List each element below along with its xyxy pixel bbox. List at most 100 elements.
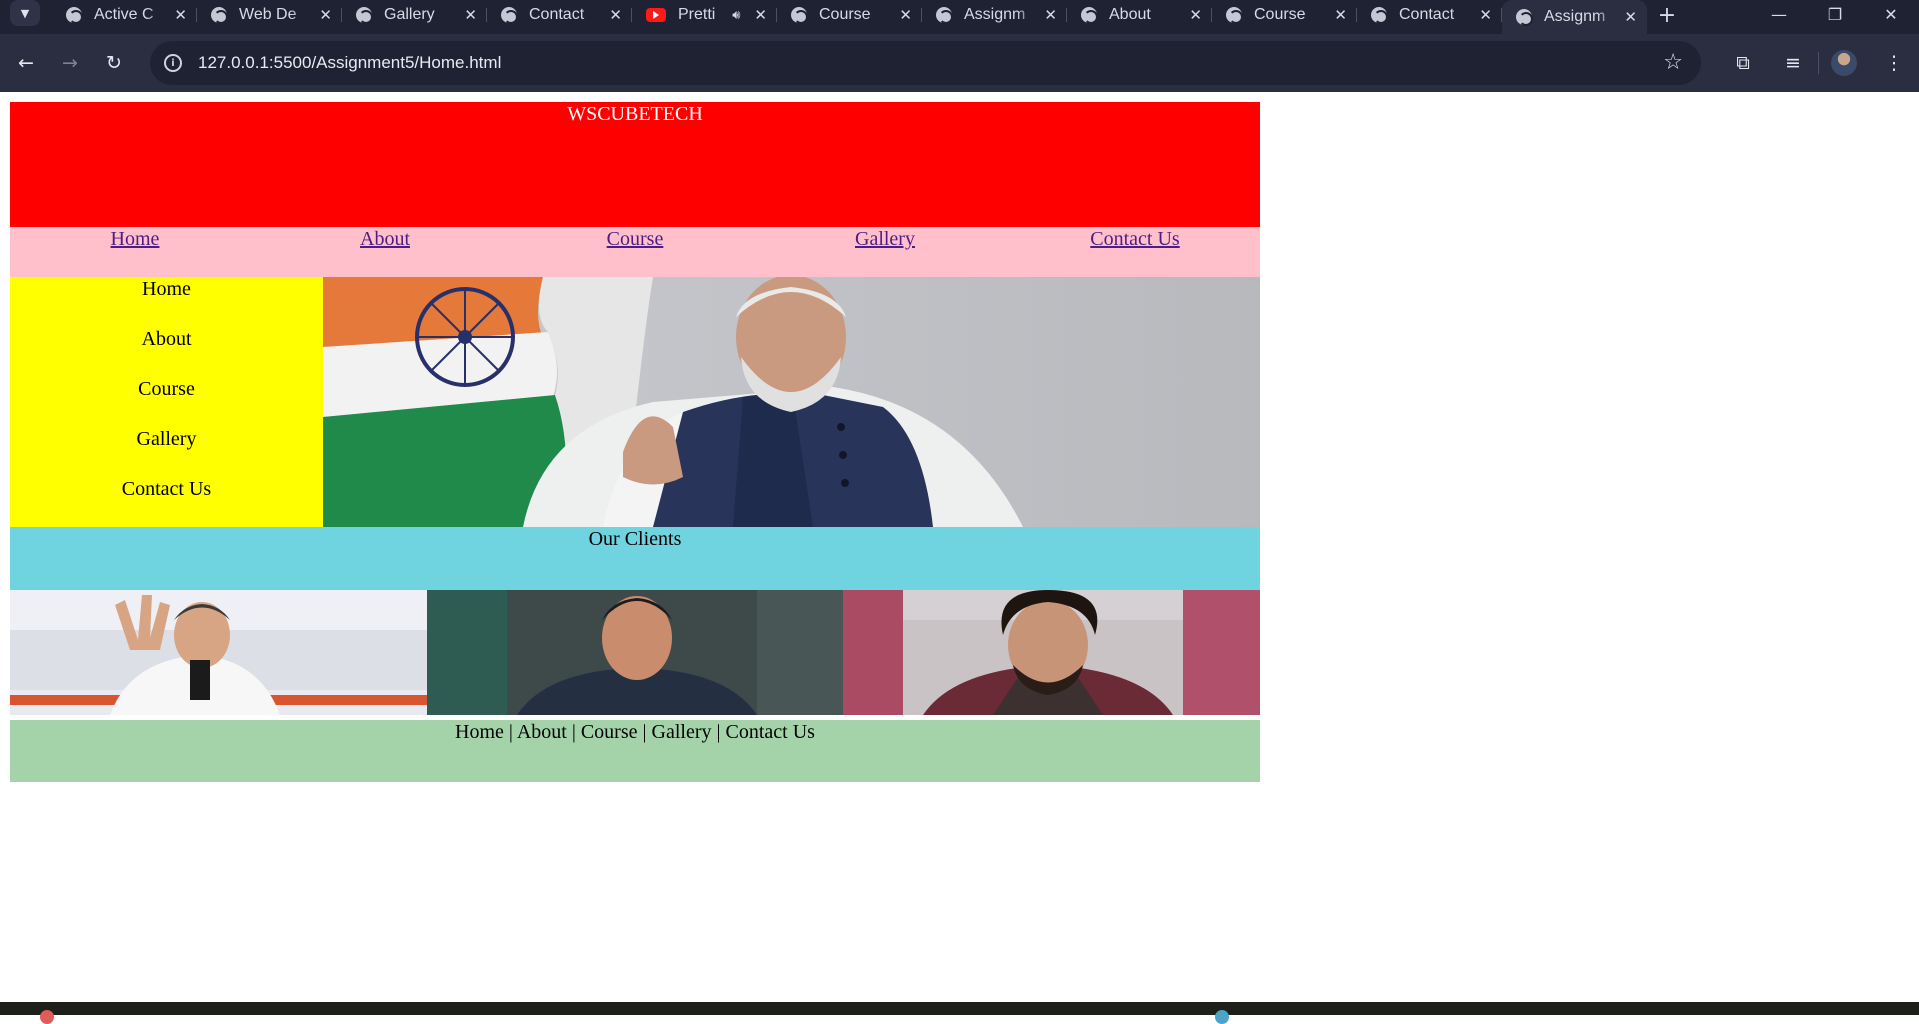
- close-icon[interactable]: ✕: [1044, 6, 1057, 24]
- client-photo: [10, 590, 427, 715]
- puzzle-icon: ⧉: [1736, 52, 1750, 74]
- back-button[interactable]: ←: [8, 45, 44, 81]
- globe-icon: [356, 7, 373, 24]
- chevron-down-icon: ▼: [20, 6, 30, 20]
- profile-button[interactable]: [1819, 50, 1869, 76]
- url-text[interactable]: 127.0.0.1:5500/Assignment5/Home.html: [198, 53, 501, 73]
- playlist-icon: ≡: [1785, 52, 1801, 74]
- hero-image: [323, 277, 1260, 527]
- close-window-button[interactable]: ✕: [1863, 0, 1919, 28]
- tab-title: Pretti: [678, 6, 716, 23]
- more-vertical-icon: ⋮: [1884, 52, 1904, 74]
- hero-illustration: [323, 277, 1260, 527]
- close-icon[interactable]: ✕: [319, 6, 332, 24]
- nav-link-home[interactable]: Home: [10, 227, 260, 277]
- globe-icon: [501, 7, 518, 24]
- new-tab-button[interactable]: +: [1647, 0, 1687, 30]
- toolbar-actions: ⧉ ≡ ⋮: [1718, 34, 1919, 92]
- browser-tab[interactable]: Contact ✕: [1357, 0, 1502, 30]
- reload-icon: ↻: [106, 52, 122, 74]
- footer-link-home[interactable]: Home: [455, 721, 504, 743]
- tab-search-button[interactable]: ▼: [10, 0, 40, 26]
- address-bar[interactable]: i 127.0.0.1:5500/Assignment5/Home.html ☆: [150, 41, 1701, 85]
- site-brand: WSCUBETECH: [567, 103, 703, 125]
- client-photo-illustration: [10, 590, 427, 715]
- restore-icon: ❐: [1827, 4, 1843, 24]
- close-icon: ✕: [1884, 4, 1898, 24]
- sidebar-item-home: Home: [142, 278, 191, 300]
- menu-button[interactable]: ⋮: [1869, 52, 1919, 74]
- globe-icon: [66, 7, 83, 24]
- media-controls-button[interactable]: ≡: [1768, 52, 1818, 74]
- footer-separator: |: [571, 721, 576, 743]
- browser-tab[interactable]: Gallery ✕: [342, 0, 487, 30]
- app-icon[interactable]: [40, 1010, 54, 1024]
- footer-link-gallery[interactable]: Gallery: [652, 721, 712, 743]
- close-icon[interactable]: ✕: [609, 6, 622, 24]
- sidebar-item-course: Course: [138, 378, 195, 400]
- tab-title: Web De: [239, 6, 297, 23]
- browser-tab[interactable]: Active C ✕: [52, 0, 197, 30]
- tab-strip: ▼ Active C ✕ Web De ✕ Gallery ✕ Contact ✕ Pr…: [0, 0, 1919, 34]
- nav-link-gallery[interactable]: Gallery: [760, 227, 1010, 277]
- minimize-icon: —: [1771, 4, 1787, 24]
- clients-gallery: [10, 590, 1261, 715]
- tab-title: Assignm: [1544, 8, 1606, 25]
- close-icon[interactable]: ✕: [1624, 8, 1637, 26]
- tab-title: Contact: [529, 6, 585, 23]
- browser-tab[interactable]: Course ✕: [777, 0, 922, 30]
- browser-tab[interactable]: Contact ✕: [487, 0, 632, 30]
- tab-list: Active C ✕ Web De ✕ Gallery ✕ Contact ✕ Pret…: [52, 0, 1647, 34]
- browser-tab[interactable]: Web De ✕: [197, 0, 342, 30]
- os-taskbar: [0, 1002, 1919, 1024]
- browser-tab[interactable]: Course ✕: [1212, 0, 1357, 30]
- close-icon[interactable]: ✕: [1334, 6, 1347, 24]
- nav-link-about[interactable]: About: [260, 227, 510, 277]
- app-icon[interactable]: [1215, 1010, 1229, 1024]
- speaker-icon[interactable]: 🔊︎: [732, 7, 740, 23]
- close-icon[interactable]: ✕: [899, 6, 912, 24]
- client-photo-illustration: [426, 590, 844, 715]
- close-icon[interactable]: ✕: [174, 6, 187, 24]
- client-photo: [843, 590, 1261, 715]
- browser-tab[interactable]: Pretti 🔊︎ ✕: [632, 0, 777, 30]
- plus-icon: +: [1657, 2, 1677, 28]
- browser-tab-active[interactable]: Assignm ✕: [1502, 0, 1647, 34]
- footer-link-course[interactable]: Course: [581, 721, 638, 743]
- globe-icon: [1516, 9, 1533, 26]
- globe-icon: [1081, 7, 1098, 24]
- window-controls: — ❐ ✕: [1751, 0, 1919, 34]
- restore-button[interactable]: ❐: [1807, 0, 1863, 28]
- globe-icon: [211, 7, 228, 24]
- sidebar: Home About Course Gallery Contact Us: [10, 277, 323, 527]
- site-info-icon[interactable]: i: [164, 54, 182, 72]
- client-photo: [426, 590, 844, 715]
- extensions-button[interactable]: ⧉: [1718, 52, 1768, 74]
- globe-icon: [1226, 7, 1243, 24]
- footer-link-about[interactable]: About: [517, 721, 567, 743]
- page-content: WSCUBETECH Home About Course Gallery Con…: [10, 102, 1261, 782]
- nav-link-course[interactable]: Course: [510, 227, 760, 277]
- nav-link-contact[interactable]: Contact Us: [1010, 227, 1260, 277]
- avatar: [1831, 50, 1857, 76]
- site-header: WSCUBETECH: [10, 102, 1260, 227]
- globe-icon: [936, 7, 953, 24]
- clients-heading-bar: Our Clients: [10, 527, 1260, 590]
- browser-tab[interactable]: About ✕: [1067, 0, 1212, 30]
- bookmark-star-icon[interactable]: ☆: [1663, 50, 1683, 75]
- reload-button[interactable]: ↻: [96, 45, 132, 81]
- forward-button[interactable]: →: [52, 45, 88, 81]
- tab-title: Course: [819, 6, 871, 23]
- browser-tab[interactable]: Assignm ✕: [922, 0, 1067, 30]
- footer-link-contact[interactable]: Contact Us: [726, 721, 815, 743]
- footer-separator: |: [716, 721, 721, 743]
- sidebar-item-contact: Contact Us: [121, 478, 212, 500]
- close-icon[interactable]: ✕: [1189, 6, 1202, 24]
- arrow-right-icon: →: [62, 52, 78, 74]
- close-icon[interactable]: ✕: [1479, 6, 1492, 24]
- minimize-button[interactable]: —: [1751, 0, 1807, 28]
- arrow-left-icon: ←: [18, 52, 34, 74]
- tab-title: Course: [1254, 6, 1306, 23]
- close-icon[interactable]: ✕: [754, 6, 767, 24]
- close-icon[interactable]: ✕: [464, 6, 477, 24]
